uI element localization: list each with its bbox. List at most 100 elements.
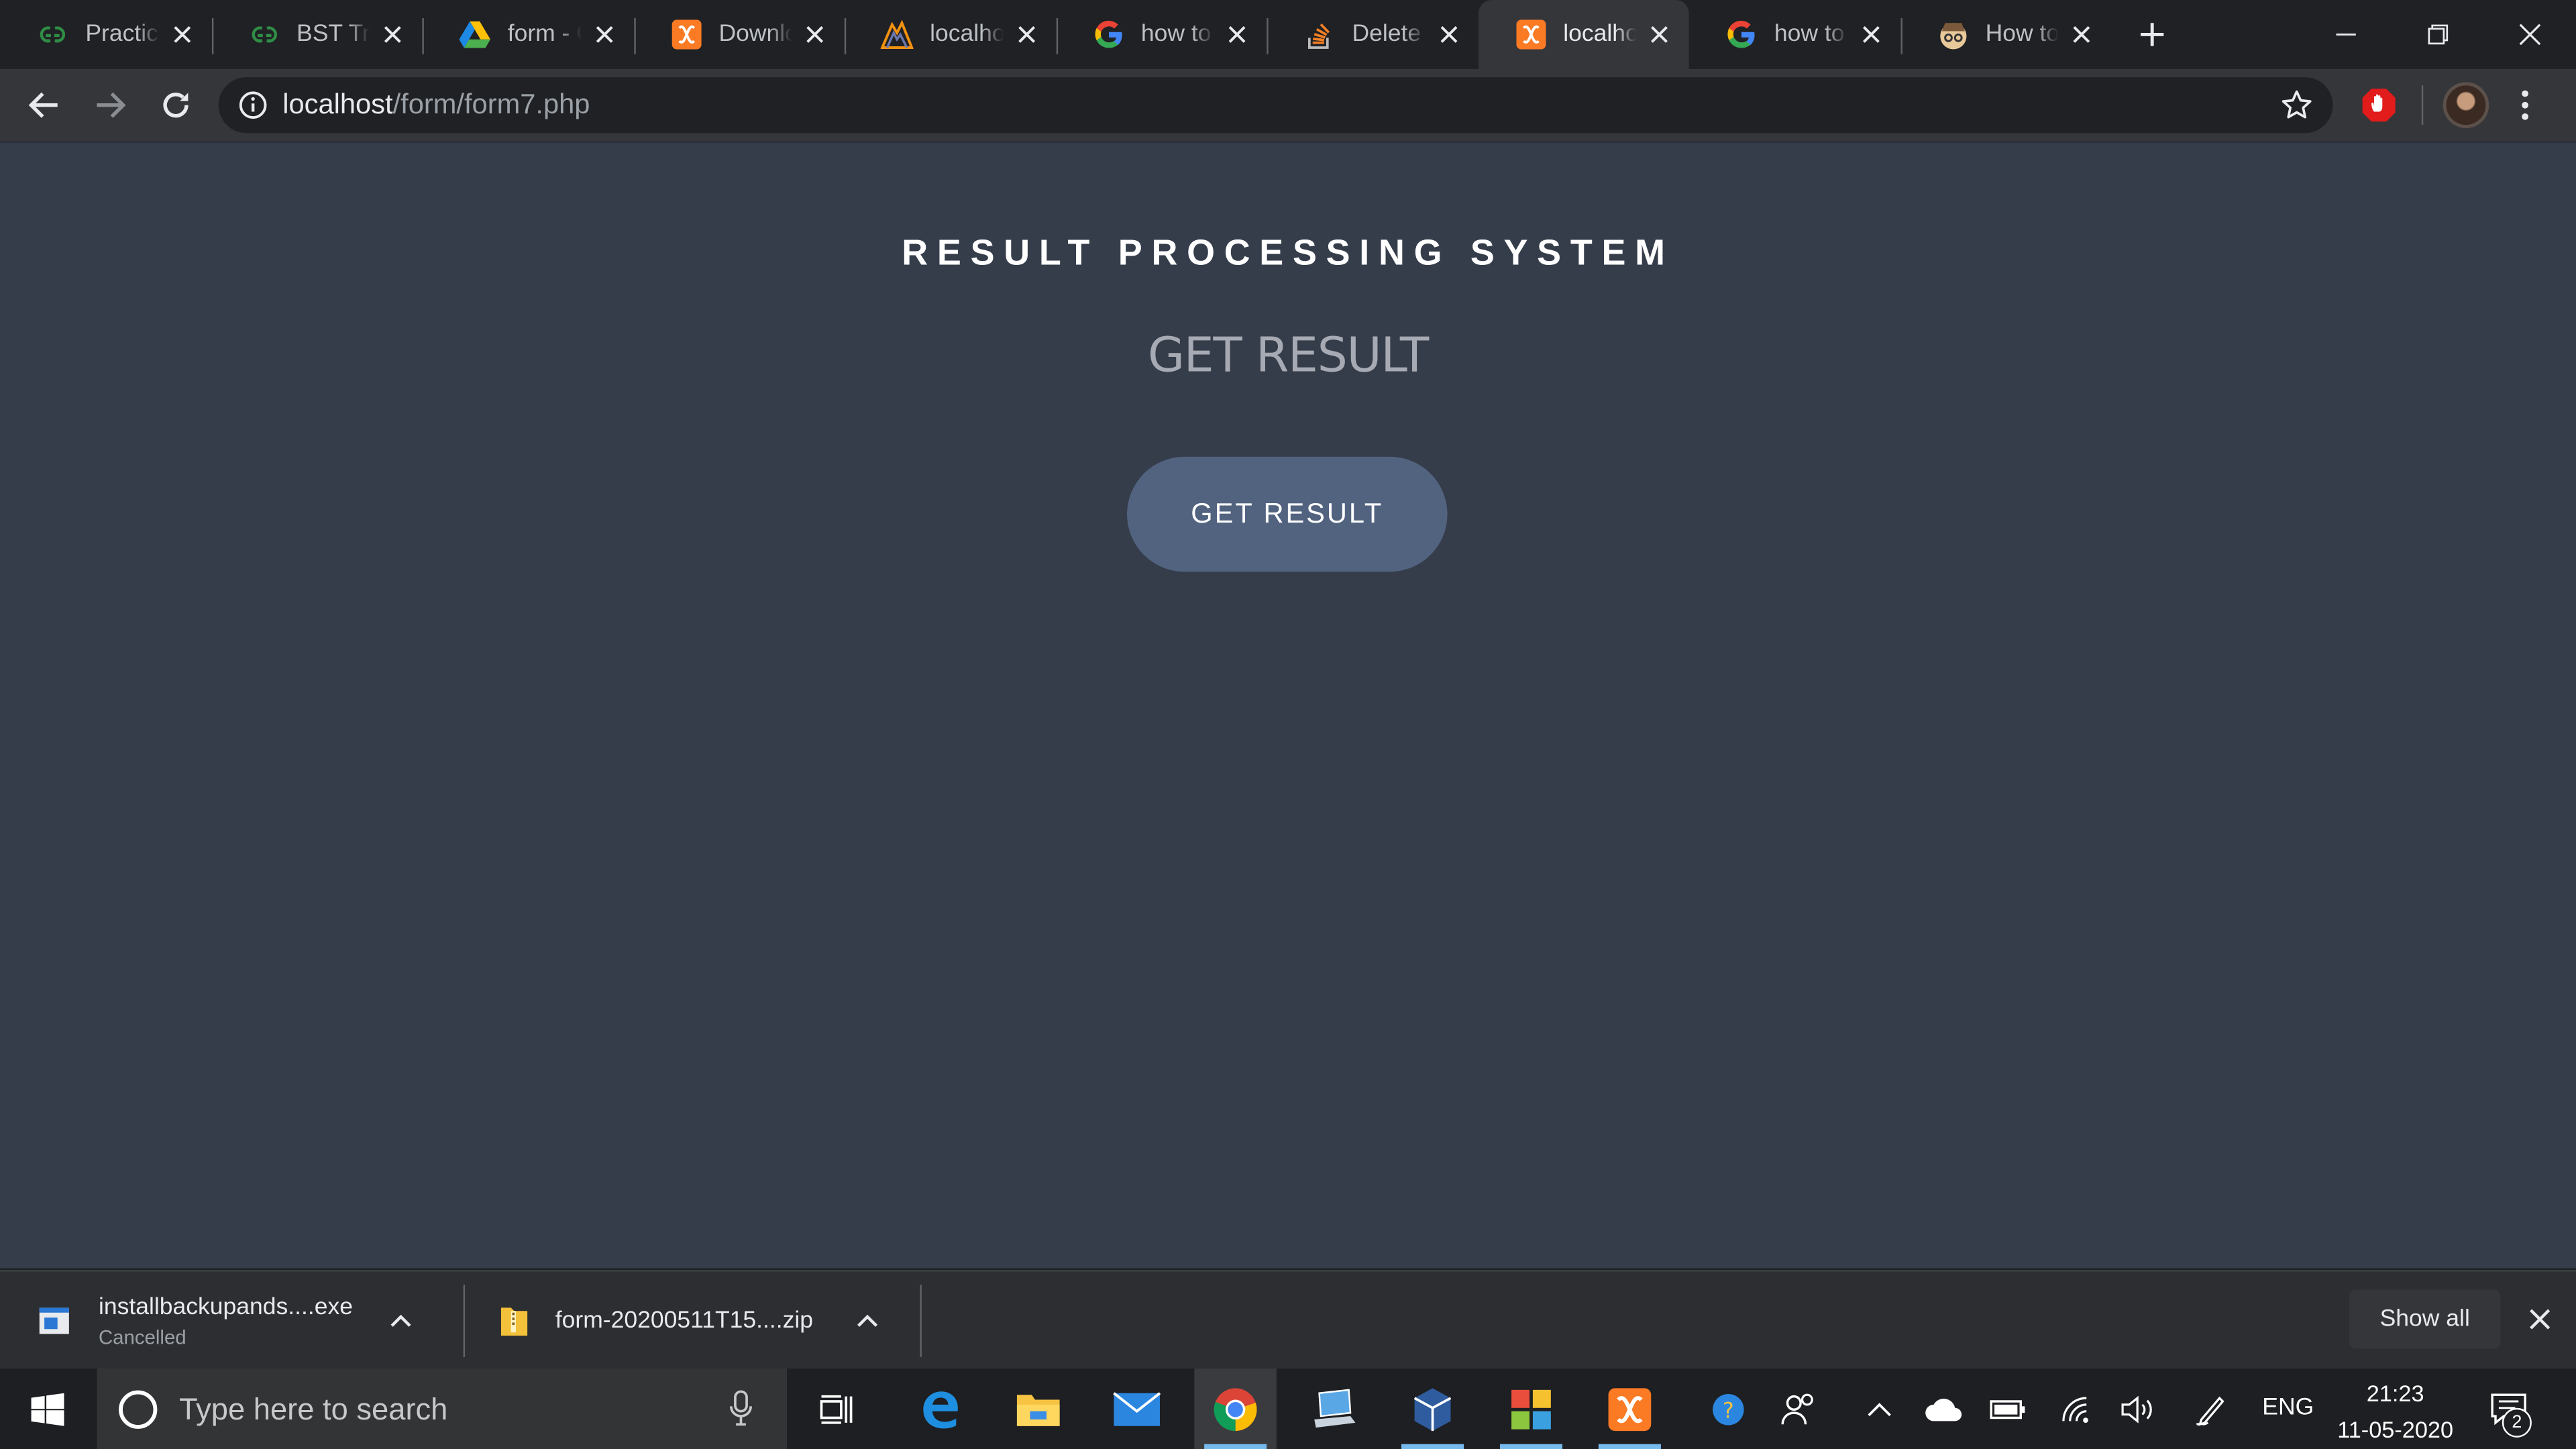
close-icon bbox=[595, 26, 612, 43]
close-icon bbox=[806, 26, 824, 43]
mail-taskbar-button[interactable] bbox=[1095, 1368, 1177, 1449]
file-explorer-icon bbox=[1016, 1393, 1060, 1426]
tab-close-button[interactable] bbox=[168, 21, 195, 48]
chevron-up-icon bbox=[1868, 1403, 1891, 1417]
download-options-button[interactable] bbox=[381, 1301, 421, 1341]
profile-button[interactable] bbox=[2436, 76, 2496, 135]
get-result-button[interactable]: GET RESULT bbox=[1127, 456, 1448, 572]
virtualbox-button[interactable] bbox=[1391, 1368, 1473, 1449]
tab-close-button[interactable] bbox=[590, 21, 616, 48]
close-icon bbox=[1862, 26, 1879, 43]
tab-close-button[interactable] bbox=[802, 21, 828, 48]
forward-button[interactable] bbox=[79, 74, 142, 136]
laptop-app-button[interactable] bbox=[1293, 1368, 1375, 1449]
clock[interactable]: 21:23 11-05-2020 bbox=[2330, 1375, 2461, 1448]
xampp-icon bbox=[1514, 18, 1547, 51]
download-status: Cancelled bbox=[98, 1325, 186, 1348]
browser-tab[interactable]: How to - Incognito bbox=[1900, 0, 2111, 69]
adblock-hand-icon bbox=[2362, 89, 2396, 122]
volume-icon bbox=[2121, 1395, 2152, 1424]
download-shelf: installbackupands....exe Cancelled form-… bbox=[0, 1270, 2576, 1371]
tab-close-button[interactable] bbox=[1013, 21, 1039, 48]
chrome-taskbar-button[interactable] bbox=[1194, 1368, 1277, 1449]
tab-title: Delete a row - Stack Overflow bbox=[1352, 21, 1426, 48]
download-item[interactable]: installbackupands....exe Cancelled bbox=[36, 1272, 421, 1371]
zip-folder-icon bbox=[496, 1303, 533, 1339]
virtualbox-icon bbox=[1413, 1387, 1452, 1430]
pen-icon bbox=[2196, 1396, 2224, 1426]
tab-close-button[interactable] bbox=[1858, 21, 1884, 48]
tab-close-button[interactable] bbox=[2068, 21, 2094, 48]
taskbar-search[interactable]: Type here to search bbox=[97, 1368, 788, 1449]
url-host: localhost bbox=[282, 89, 393, 120]
input-language[interactable]: ENG bbox=[2262, 1395, 2314, 1421]
browser-toolbar: localhost/form/form7.php bbox=[0, 68, 2576, 142]
download-filename: form-20200511T15....zip bbox=[555, 1307, 814, 1334]
reload-button[interactable] bbox=[145, 74, 207, 136]
browser-tab[interactable]: how to - Google Search bbox=[1689, 0, 1900, 69]
browser-tab[interactable]: Practice | GeeksforGeeks bbox=[0, 0, 211, 69]
laptop-app-icon bbox=[1314, 1388, 1356, 1427]
tab-title: Download XAMPP bbox=[718, 21, 792, 48]
browser-tab[interactable]: Download XAMPP bbox=[633, 0, 845, 69]
tab-close-button[interactable] bbox=[1224, 21, 1250, 48]
edge-taskbar-button[interactable] bbox=[899, 1368, 981, 1449]
gfg-icon bbox=[248, 18, 280, 51]
people-button[interactable] bbox=[1778, 1388, 1821, 1431]
browser-tab[interactable]: localhost / phpMyAdmin bbox=[844, 0, 1056, 69]
info-icon[interactable] bbox=[238, 91, 268, 120]
plus-icon bbox=[2141, 23, 2164, 46]
volume-button[interactable] bbox=[2116, 1388, 2159, 1431]
help-tray-button[interactable]: ? bbox=[1707, 1388, 1750, 1431]
people-icon bbox=[1781, 1393, 1813, 1425]
address-bar[interactable]: localhost/form/form7.php bbox=[218, 77, 2333, 133]
stackoverflow-icon bbox=[1303, 18, 1336, 51]
tab-close-button[interactable] bbox=[1435, 21, 1461, 48]
toolbar-separator bbox=[2421, 85, 2424, 125]
close-icon bbox=[1228, 26, 1246, 43]
wifi-button[interactable] bbox=[2055, 1388, 2098, 1431]
browser-tab[interactable]: Delete a row - Stack Overflow bbox=[1267, 0, 1478, 69]
onedrive-button[interactable] bbox=[1922, 1388, 1965, 1431]
download-divider bbox=[920, 1285, 922, 1357]
battery-button[interactable] bbox=[1986, 1388, 2029, 1431]
file-explorer-button[interactable] bbox=[998, 1368, 1079, 1449]
tab-title: form - Google Drive bbox=[507, 21, 581, 48]
minimize-button[interactable] bbox=[2300, 0, 2392, 69]
page-content: RESULT PROCESSING SYSTEM GET RESULT GET … bbox=[0, 141, 2576, 1269]
cortana-icon bbox=[119, 1389, 158, 1428]
tab-title: BST Traversal | GeeksforGeeks bbox=[297, 21, 370, 48]
download-divider bbox=[463, 1285, 466, 1357]
cloud-icon bbox=[1925, 1399, 1962, 1421]
edge-icon bbox=[923, 1391, 958, 1428]
browser-tab[interactable]: BST Traversal | GeeksforGeeks bbox=[211, 0, 423, 69]
browser-tab[interactable]: how to - Google Search bbox=[1055, 0, 1267, 69]
chrome-menu-button[interactable] bbox=[2496, 76, 2555, 135]
close-icon bbox=[384, 26, 401, 43]
bookmark-star-button[interactable] bbox=[2277, 85, 2316, 125]
download-options-button[interactable] bbox=[848, 1301, 888, 1341]
show-hidden-icons-button[interactable] bbox=[1858, 1388, 1901, 1431]
url-text[interactable]: localhost/form/form7.php bbox=[282, 89, 590, 121]
tab-title: how to - Google Search bbox=[1774, 21, 1847, 48]
tab-close-button[interactable] bbox=[1646, 21, 1672, 48]
adblock-extension-button[interactable] bbox=[2349, 76, 2408, 135]
download-item[interactable]: form-20200511T15....zip bbox=[496, 1272, 888, 1371]
browser-tab[interactable]: localhost/form/form7.php bbox=[1477, 0, 1689, 69]
task-view-button[interactable] bbox=[797, 1368, 879, 1449]
new-tab-button[interactable] bbox=[2118, 0, 2187, 69]
arrow-left-icon bbox=[28, 92, 58, 118]
back-button[interactable] bbox=[13, 74, 76, 136]
show-all-button[interactable]: Show all bbox=[2349, 1289, 2501, 1349]
restore-button[interactable] bbox=[2392, 0, 2484, 69]
tab-close-button[interactable] bbox=[380, 21, 406, 48]
close-shelf-button[interactable] bbox=[2520, 1299, 2560, 1339]
microphone-button[interactable] bbox=[721, 1388, 761, 1428]
close-window-button[interactable] bbox=[2484, 0, 2576, 69]
battery-icon bbox=[1990, 1400, 2025, 1419]
browser-tab[interactable]: form - Google Drive bbox=[422, 0, 633, 69]
pen-workspace-button[interactable] bbox=[2190, 1388, 2233, 1431]
xampp-taskbar-button[interactable] bbox=[1589, 1368, 1670, 1449]
codeblocks-button[interactable] bbox=[1490, 1368, 1572, 1449]
start-button[interactable] bbox=[0, 1368, 95, 1449]
